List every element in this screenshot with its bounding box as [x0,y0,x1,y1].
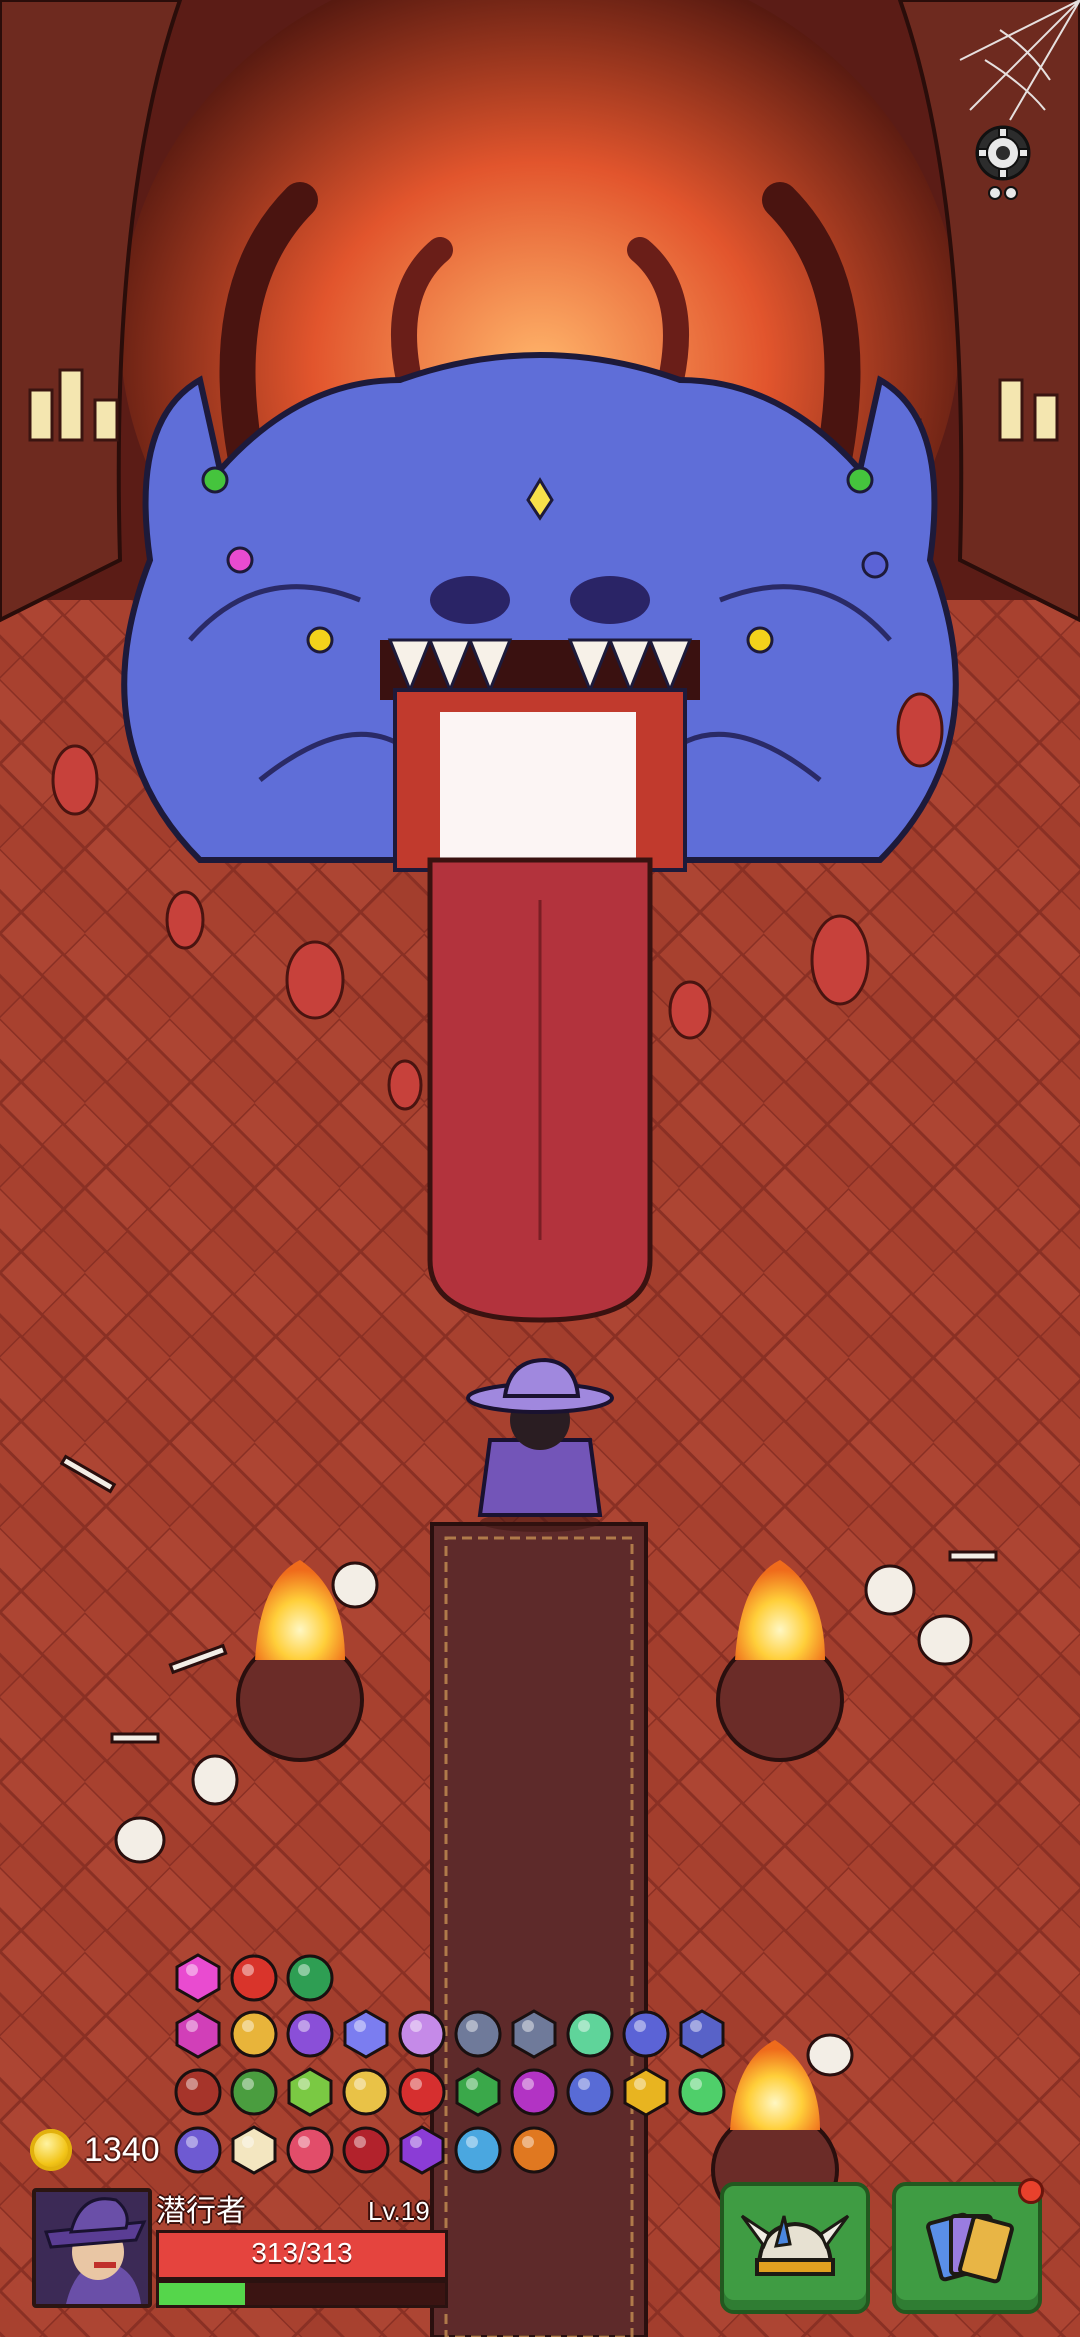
inventory-item[interactable] [676,2008,728,2060]
gold-flower-icon [623,2067,669,2117]
avatar [36,2192,148,2304]
inventory-item[interactable] [508,2008,560,2060]
inventory-item[interactable] [340,2066,392,2118]
inventory-item[interactable] [340,2008,392,2060]
inventory-item[interactable] [620,2008,672,2060]
dice-icon [398,2010,446,2058]
player-level: Lv.19 [368,2196,430,2226]
green-bracelet-icon [678,2068,726,2116]
gear-icon [975,125,1031,200]
inventory-item[interactable] [284,1952,336,2004]
lamp-icon [622,2010,670,2058]
inventory-item[interactable] [564,2008,616,2060]
equipment-button[interactable] [720,2182,870,2314]
fist-rune-icon [679,2009,725,2059]
inventory-item[interactable] [172,2124,224,2176]
inventory-item[interactable] [508,2066,560,2118]
inventory-item[interactable] [172,2008,224,2060]
green-jar-icon [287,2067,333,2117]
flower-pot-icon [342,2068,390,2116]
player-portrait[interactable] [32,2188,152,2308]
inventory-item[interactable] [228,1952,280,2004]
inventory-item[interactable] [452,2066,504,2118]
inventory-item[interactable] [284,2124,336,2176]
dungeon-scene [0,0,1080,2337]
bat-wing-icon [174,2126,222,2174]
inventory-item[interactable] [284,2066,336,2118]
purple-gem-icon [510,2068,558,2116]
fanged-maw-icon [230,1954,278,2002]
coin-counter: 1340 [30,2124,160,2176]
inventory-item[interactable] [676,2066,728,2118]
potion-bottle-icon [566,2010,614,2058]
stone-slab-icon [454,2010,502,2058]
inventory-item[interactable] [172,1952,224,2004]
demon-mask-icon [175,2009,221,2059]
inventory-item[interactable] [564,2066,616,2118]
mushroom-icon [454,2126,502,2174]
bone-icon [231,2125,277,2175]
inventory-item[interactable] [228,2008,280,2060]
notification-dot [1018,2178,1044,2204]
shield-badge-icon [286,2010,334,2058]
inventory-item[interactable] [340,2124,392,2176]
red-demon-icon [398,2068,446,2116]
inventory-item[interactable] [396,2066,448,2118]
inventory-item[interactable] [172,2066,224,2118]
cube-rune-icon [174,2068,222,2116]
inventory-item[interactable] [396,2008,448,2060]
green-beast-icon [455,2067,501,2117]
inventory-item[interactable] [452,2124,504,2176]
heart-lock-icon [286,2126,334,2174]
inventory-item[interactable] [620,2066,672,2118]
experience-bar [156,2280,448,2308]
blue-flame-icon [343,2009,389,2059]
experience-bar-fill [159,2283,245,2305]
inventory-item[interactable] [452,2008,504,2060]
health-text: 313/313 [251,2237,353,2268]
star-triangle-icon [230,2068,278,2116]
sword-plate-icon [511,2009,557,2059]
halo-ring-icon [175,1953,221,2003]
bleeding-horn-icon [510,2126,558,2174]
card-deck-icon [926,2212,1014,2284]
red-triangle-icon [342,2126,390,2174]
horn-icon [230,2010,278,2058]
inventory-item[interactable] [228,2124,280,2176]
viking-helmet-icon [740,2214,850,2276]
inventory-item[interactable] [508,2124,560,2176]
inventory-item[interactable] [284,2008,336,2060]
turtle-shell-icon [286,1954,334,2002]
gold-coin-icon [30,2129,72,2171]
coin-amount: 1340 [84,2130,160,2169]
settings-button[interactable] [968,118,1038,208]
health-bar: 313/313 [156,2230,448,2280]
purple-demon-icon [399,2125,445,2175]
card-deck-button[interactable] [892,2182,1042,2314]
inventory-item[interactable] [228,2066,280,2118]
inventory-item[interactable] [396,2124,448,2176]
blue-orb-icon [566,2068,614,2116]
player-name: 潜行者 [156,2194,246,2229]
